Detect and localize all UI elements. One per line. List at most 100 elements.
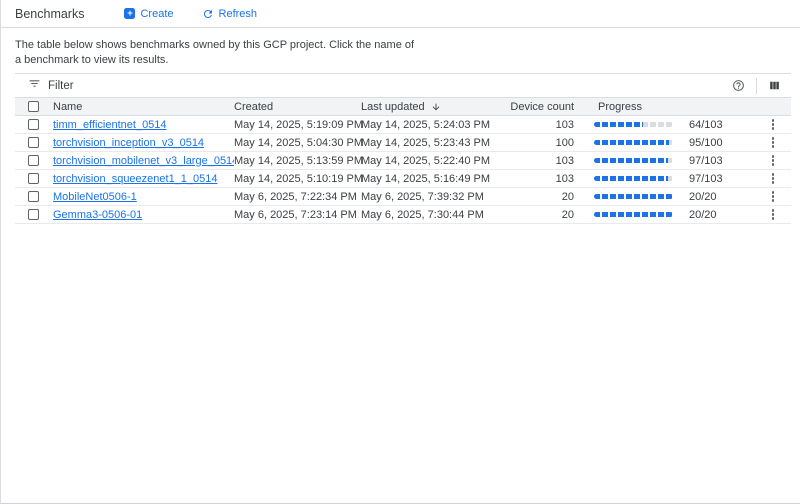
create-button[interactable]: + Create	[124, 8, 173, 20]
progress-bar	[594, 140, 673, 145]
row-checkbox[interactable]	[28, 209, 39, 220]
row-device-count: 20	[501, 209, 578, 221]
select-all-checkbox[interactable]	[28, 101, 39, 112]
row-device-count: 100	[501, 137, 578, 149]
row-menu-button[interactable]	[770, 135, 777, 150]
row-name-cell: torchvision_inception_v3_0514	[53, 137, 234, 149]
vertical-ellipsis-icon	[772, 119, 775, 122]
row-menu-button[interactable]	[770, 189, 777, 204]
row-created: May 6, 2025, 7:23:14 PM	[234, 209, 361, 221]
page-title: Benchmarks	[15, 7, 84, 21]
plus-square-icon: +	[124, 8, 135, 19]
row-checkbox-cell	[15, 209, 53, 220]
page-header: Benchmarks + Create Refresh	[1, 0, 800, 28]
row-checkbox-cell	[15, 155, 53, 166]
row-name-cell: Gemma3-0506-01	[53, 209, 234, 221]
row-created: May 6, 2025, 7:22:34 PM	[234, 191, 361, 203]
row-progress-cell: 95/100	[578, 135, 791, 150]
row-name-link[interactable]: MobileNet0506-1	[53, 191, 137, 203]
row-progress-cell: 64/103	[578, 117, 791, 132]
column-header-created[interactable]: Created	[234, 101, 361, 113]
filter-field[interactable]: Filter	[28, 77, 74, 95]
refresh-icon	[202, 8, 214, 20]
vertical-ellipsis-icon	[772, 191, 775, 194]
row-updated: May 14, 2025, 5:22:40 PM	[361, 155, 501, 167]
benchmarks-page: Benchmarks + Create Refresh The table be…	[0, 0, 800, 504]
row-name-cell: torchvision_mobilenet_v3_large_0514	[53, 155, 234, 167]
toolbar-divider	[756, 78, 757, 94]
row-checkbox-cell	[15, 137, 53, 148]
table-row: timm_efficientnet_0514 May 14, 2025, 5:1…	[15, 116, 791, 134]
row-checkbox[interactable]	[28, 155, 39, 166]
row-updated: May 14, 2025, 5:16:49 PM	[361, 173, 501, 185]
help-button[interactable]	[732, 79, 745, 92]
table-row: MobileNet0506-1 May 6, 2025, 7:22:34 PM …	[15, 188, 791, 206]
progress-label: 97/103	[689, 173, 731, 185]
row-checkbox[interactable]	[28, 173, 39, 184]
row-progress-cell: 97/103	[578, 153, 791, 168]
row-created: May 14, 2025, 5:04:30 PM	[234, 137, 361, 149]
row-created: May 14, 2025, 5:13:59 PM	[234, 155, 361, 167]
progress-fill	[594, 212, 673, 217]
progress-fill	[594, 158, 668, 163]
table-row: torchvision_squeezenet1_1_0514 May 14, 2…	[15, 170, 791, 188]
row-menu-button[interactable]	[770, 171, 777, 186]
table-header-row: Name Created Last updated Device count P…	[15, 97, 791, 116]
create-button-label: Create	[140, 8, 173, 20]
row-device-count: 103	[501, 173, 578, 185]
vertical-ellipsis-icon	[772, 209, 775, 212]
benchmarks-table-card: Filter Name Created Last updated	[15, 73, 791, 224]
table-row: torchvision_mobilenet_v3_large_0514 May …	[15, 152, 791, 170]
row-device-count: 20	[501, 191, 578, 203]
column-header-device-count[interactable]: Device count	[501, 101, 578, 113]
progress-bar	[594, 194, 673, 199]
filter-bar: Filter	[15, 74, 791, 97]
progress-label: 64/103	[689, 119, 731, 131]
row-name-link[interactable]: torchvision_inception_v3_0514	[53, 137, 204, 149]
column-display-button[interactable]	[768, 79, 781, 92]
row-created: May 14, 2025, 5:19:09 PM	[234, 119, 361, 131]
row-name-link[interactable]: timm_efficientnet_0514	[53, 119, 167, 131]
refresh-button[interactable]: Refresh	[202, 8, 258, 20]
column-header-last-updated-label: Last updated	[361, 101, 425, 113]
row-name-link[interactable]: Gemma3-0506-01	[53, 209, 142, 221]
columns-icon	[768, 79, 781, 92]
row-name-link[interactable]: torchvision_mobilenet_v3_large_0514	[53, 155, 234, 167]
progress-label: 97/103	[689, 155, 731, 167]
row-name-link[interactable]: torchvision_squeezenet1_1_0514	[53, 173, 218, 185]
column-header-last-updated[interactable]: Last updated	[361, 101, 501, 113]
row-updated: May 6, 2025, 7:39:32 PM	[361, 191, 501, 203]
row-updated: May 6, 2025, 7:30:44 PM	[361, 209, 501, 221]
row-menu-button[interactable]	[770, 153, 777, 168]
help-icon	[732, 79, 745, 92]
column-header-progress[interactable]: Progress	[578, 101, 791, 113]
row-checkbox-cell	[15, 191, 53, 202]
progress-bar	[594, 176, 673, 181]
row-device-count: 103	[501, 155, 578, 167]
row-device-count: 103	[501, 119, 578, 131]
row-created: May 14, 2025, 5:10:19 PM	[234, 173, 361, 185]
row-checkbox[interactable]	[28, 119, 39, 130]
row-updated: May 14, 2025, 5:24:03 PM	[361, 119, 501, 131]
row-checkbox-cell	[15, 173, 53, 184]
row-progress-cell: 20/20	[578, 207, 791, 222]
row-menu-button[interactable]	[770, 117, 777, 132]
row-checkbox-cell	[15, 119, 53, 130]
refresh-button-label: Refresh	[219, 8, 258, 20]
filter-icon	[28, 77, 41, 95]
row-updated: May 14, 2025, 5:23:43 PM	[361, 137, 501, 149]
progress-bar	[594, 158, 673, 163]
progress-fill	[594, 122, 643, 127]
row-name-cell: timm_efficientnet_0514	[53, 119, 234, 131]
sort-descending-icon	[431, 102, 441, 112]
table-row: torchvision_inception_v3_0514 May 14, 20…	[15, 134, 791, 152]
row-menu-button[interactable]	[770, 207, 777, 222]
filter-actions	[732, 78, 781, 94]
page-description: The table below shows benchmarks owned b…	[15, 38, 415, 68]
progress-fill	[594, 176, 668, 181]
progress-label: 20/20	[689, 191, 731, 203]
row-checkbox[interactable]	[28, 191, 39, 202]
progress-fill	[594, 194, 673, 199]
row-checkbox[interactable]	[28, 137, 39, 148]
column-header-name[interactable]: Name	[53, 101, 234, 113]
